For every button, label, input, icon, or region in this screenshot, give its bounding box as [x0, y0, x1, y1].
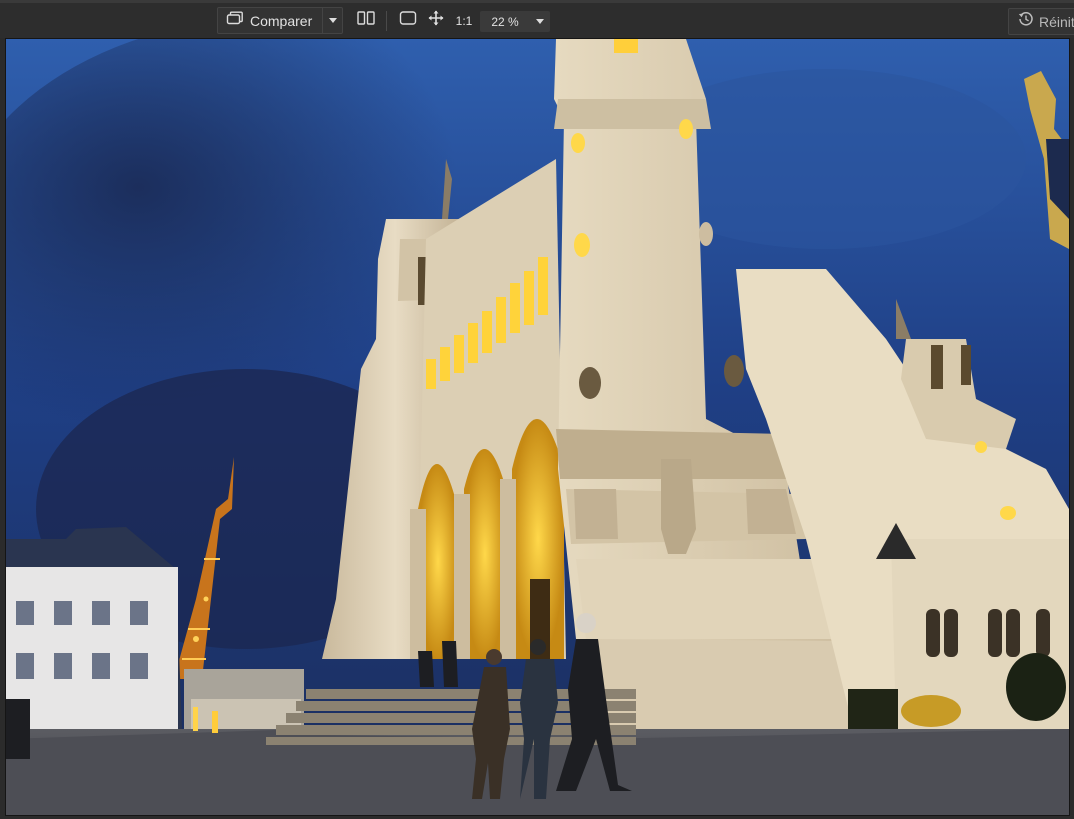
chevron-down-icon [328, 18, 337, 23]
split-view-icon [357, 11, 375, 30]
compare-button[interactable]: Comparer [218, 8, 322, 33]
reset-button[interactable]: Réinitialiser [1008, 8, 1074, 35]
move-icon [428, 10, 444, 31]
chevron-down-icon [530, 19, 550, 24]
compare-button-group: Comparer [217, 7, 343, 34]
fit-screen-icon [399, 11, 417, 30]
history-icon [1018, 11, 1034, 32]
split-view-button[interactable] [353, 7, 379, 34]
photo-basilica [6, 39, 1069, 815]
reset-label: Réinitialiser [1039, 13, 1074, 30]
compare-label: Comparer [250, 12, 313, 29]
actual-size-button[interactable]: 1:1 [452, 7, 476, 34]
fit-screen-button[interactable] [397, 7, 419, 34]
compare-dropdown-button[interactable] [322, 8, 342, 33]
image-viewer[interactable] [5, 38, 1070, 816]
zoom-value: 22 % [491, 14, 519, 29]
move-tool-button[interactable] [425, 7, 447, 34]
top-toolbar: Comparer 1:1 22 % Réinit [0, 0, 1074, 38]
toolbar-divider [386, 11, 387, 31]
compare-icon [226, 11, 244, 30]
zoom-select[interactable]: 22 % [480, 11, 550, 32]
